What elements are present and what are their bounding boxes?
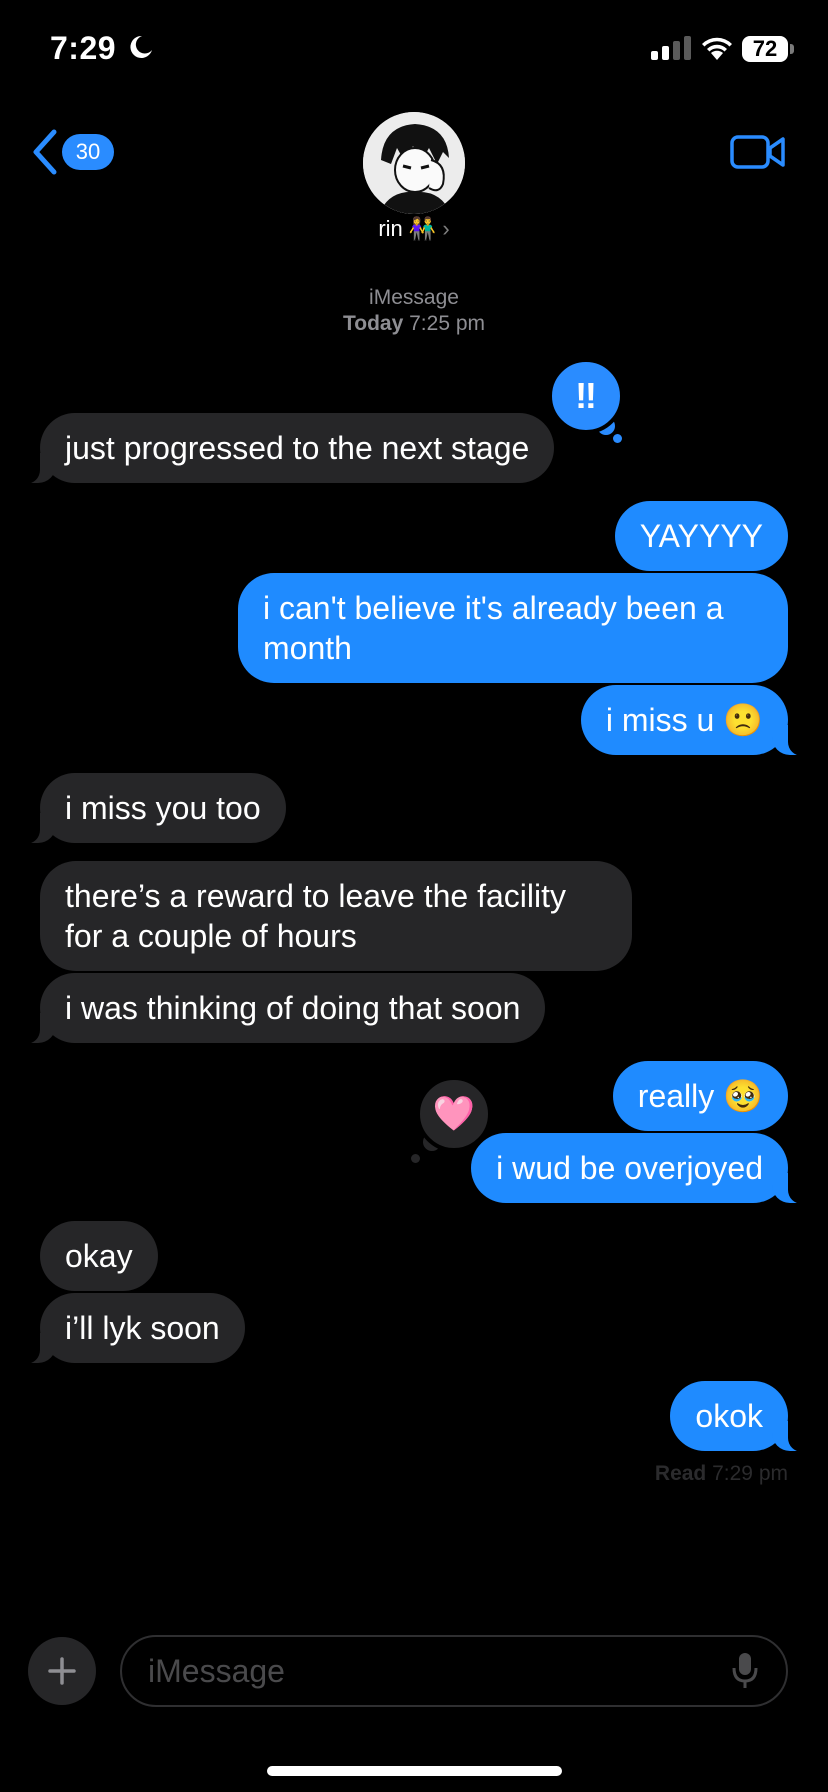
- battery-cap: [790, 44, 794, 54]
- message-outgoing[interactable]: i wud be overjoyed: [471, 1133, 810, 1204]
- emoji: 🥹: [723, 1078, 763, 1114]
- message-incoming[interactable]: just progressed to the next stage: [17, 413, 555, 484]
- home-indicator[interactable]: [267, 1766, 562, 1776]
- tapback-tail: [613, 434, 622, 443]
- message-outgoing[interactable]: okok: [670, 1381, 810, 1452]
- message-outgoing[interactable]: i miss u 🙁: [580, 685, 811, 756]
- back-chevron-icon[interactable]: [30, 128, 60, 176]
- video-camera-icon[interactable]: [730, 132, 786, 172]
- message-incoming[interactable]: i’ll lyk soon: [18, 1293, 245, 1364]
- contact-name[interactable]: rin 👫 ›: [0, 216, 828, 242]
- add-attachment-button[interactable]: [28, 1637, 96, 1705]
- unread-count-badge[interactable]: 30: [62, 134, 114, 170]
- message-incoming[interactable]: i miss you too: [18, 773, 286, 844]
- microphone-icon[interactable]: [732, 1652, 758, 1690]
- message-input[interactable]: iMessage: [120, 1635, 788, 1707]
- thread-timestamp: Today 7:25 pm: [342, 312, 486, 335]
- avatar[interactable]: [363, 112, 465, 214]
- message-incoming[interactable]: i was thinking of doing that soon: [17, 973, 546, 1044]
- service-label: iMessage: [369, 286, 459, 309]
- chevron-right-icon: ›: [442, 216, 450, 241]
- message-outgoing[interactable]: really 🥹: [612, 1061, 788, 1131]
- tapback-exclamation-icon[interactable]: ‼: [548, 358, 624, 434]
- message-outgoing[interactable]: YAYYYY: [614, 501, 788, 571]
- emoji: 🙁: [723, 702, 763, 738]
- tapback-tail: [411, 1154, 420, 1163]
- contact-emoji: 👫: [408, 216, 437, 241]
- battery-indicator: 72: [742, 36, 788, 62]
- message-outgoing[interactable]: i can't believe it's already been a mont…: [238, 573, 788, 683]
- status-time: 7:29: [50, 30, 117, 66]
- message-incoming[interactable]: there’s a reward to leave the facility f…: [40, 861, 632, 971]
- tapback-heart-icon[interactable]: 🩷: [416, 1076, 492, 1152]
- moon-icon: [130, 35, 152, 58]
- wifi-icon: [702, 37, 732, 60]
- plus-icon: [48, 1657, 76, 1685]
- read-receipt: Read 7:29 pm: [654, 1462, 788, 1485]
- signal-icon: [651, 36, 691, 60]
- message-incoming[interactable]: okay: [40, 1221, 158, 1291]
